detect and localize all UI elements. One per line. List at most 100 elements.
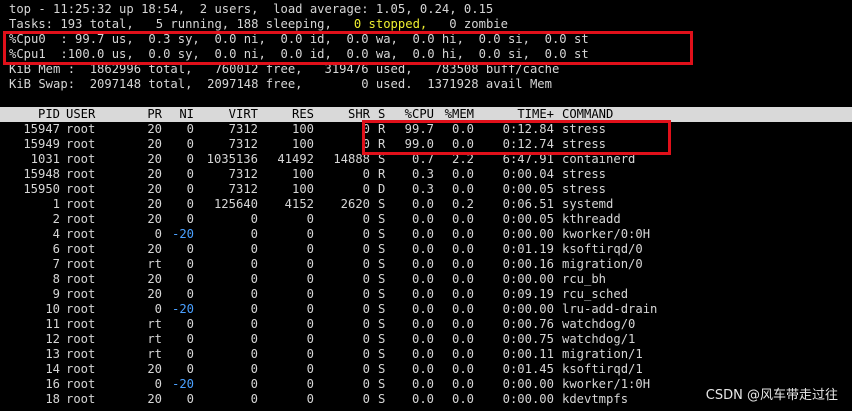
time-cell: 0:12.74 (502, 137, 554, 151)
user-cell: root (66, 362, 96, 376)
user-cell: root (66, 392, 96, 406)
process-row[interactable]: 1031 root 20 0 1035136 41492 14888 S 0.7 2.2 6:47.… (0, 152, 852, 167)
priority-cell: 20 (147, 362, 162, 376)
process-row[interactable]: 15950 root 20 0 7312 100 0 D 0.3 0.0 0:00.05 stress (0, 182, 852, 197)
cpu-cell: 0.0 (411, 347, 434, 361)
process-row[interactable]: 14 root 20 0 0 0 0 S 0.0 0.0 0:01.45 ksoftirqd/1 (0, 362, 852, 377)
time-cell: 0:00.11 (502, 347, 554, 361)
mem-cell: 0.0 (451, 332, 474, 346)
tasks-line: Tasks: 193 total, 5 running, 188 sleepin… (9, 17, 508, 31)
shr-cell: 0 (362, 227, 370, 241)
shr-cell: 0 (362, 377, 370, 391)
process-row[interactable]: 13 root rt 0 0 0 0 S 0.0 0.0 0:00.11 migration/1 (0, 347, 852, 362)
user-cell: root (66, 242, 96, 256)
process-row[interactable]: 10 root 0 -20 0 0 0 S 0.0 0.0 0:00.00 lru-add-drain (0, 302, 852, 317)
cpu-cell: 0.0 (411, 197, 434, 211)
process-row[interactable]: 7 root rt 0 0 0 0 S 0.0 0.0 0:00.16 migration/0 (0, 257, 852, 272)
process-row[interactable]: 15947 root 20 0 7312 100 0 R 99.7 0.0 0:12.84 stres… (0, 122, 852, 137)
virt-cell: 0 (250, 287, 258, 301)
priority-cell: 20 (147, 287, 162, 301)
pid-cell: 4 (52, 227, 60, 241)
res-cell: 0 (306, 332, 314, 346)
priority-cell: rt (147, 257, 162, 271)
shr-cell: 0 (362, 212, 370, 226)
virt-cell: 0 (250, 227, 258, 241)
process-row[interactable]: 2 root 20 0 0 0 0 S 0.0 0.0 0:00.05 kthreadd (0, 212, 852, 227)
command-cell: rcu_sched (562, 287, 629, 301)
cpu-cell: 0.3 (411, 167, 434, 181)
pid-cell: 16 (45, 377, 60, 391)
col-pid[interactable]: PID (20, 107, 60, 122)
res-cell: 0 (306, 377, 314, 391)
time-cell: 0:00.05 (502, 182, 554, 196)
state-cell: S (378, 392, 386, 406)
process-row[interactable]: 1 root 20 0 125640 4152 2620 S 0.0 0.2 0:06.51 syst… (0, 197, 852, 212)
state-cell: S (378, 317, 386, 331)
col-user[interactable]: USER (66, 107, 95, 122)
process-row[interactable]: 6 root 20 0 0 0 0 S 0.0 0.0 0:01.19 ksoftirqd/0 (0, 242, 852, 257)
col-state[interactable]: S (378, 107, 385, 122)
pid-cell: 15947 (23, 122, 60, 136)
nice-cell: 0 (186, 122, 194, 136)
command-cell: stress (562, 137, 607, 151)
virt-cell: 0 (250, 302, 258, 316)
command-cell: containerd (562, 152, 636, 166)
virt-cell: 0 (250, 317, 258, 331)
terminal-window[interactable]: top - 11:25:32 up 18:54, 2 users, load a… (0, 0, 852, 411)
command-cell: stress (562, 122, 607, 136)
nice-cell: 0 (186, 287, 194, 301)
time-cell: 0:00.16 (502, 257, 554, 271)
col-command[interactable]: COMMAND (562, 107, 613, 122)
time-cell: 0:01.45 (502, 362, 554, 376)
virt-cell: 125640 (213, 197, 258, 211)
state-cell: S (378, 212, 386, 226)
process-row[interactable]: 15949 root 20 0 7312 100 0 R 99.0 0.0 0:12.74 stres… (0, 137, 852, 152)
cpu-cell: 99.7 (404, 122, 434, 136)
shr-cell: 2620 (340, 197, 370, 211)
time-cell: 0:00.76 (502, 317, 554, 331)
col-time[interactable]: TIME+ (492, 107, 554, 122)
priority-cell: 0 (154, 377, 162, 391)
shr-cell: 0 (362, 392, 370, 406)
process-row[interactable]: 8 root 20 0 0 0 0 S 0.0 0.0 0:00.00 rcu_bh (0, 272, 852, 287)
priority-cell: 20 (147, 152, 162, 166)
virt-cell: 7312 (228, 182, 258, 196)
res-cell: 0 (306, 257, 314, 271)
col-virt[interactable]: VIRT (198, 107, 258, 122)
col-shr[interactable]: SHR (324, 107, 370, 122)
process-row[interactable]: 9 root 20 0 0 0 0 S 0.0 0.0 0:09.19 rcu_sched (0, 287, 852, 302)
watermark: CSDN @风车带走过往 (705, 388, 838, 403)
state-cell: S (378, 377, 386, 391)
time-cell: 0:00.05 (502, 212, 554, 226)
priority-cell: 20 (147, 212, 162, 226)
process-row[interactable]: 11 root rt 0 0 0 0 S 0.0 0.0 0:00.76 watchdog/0 (0, 317, 852, 332)
uptime-line: top - 11:25:32 up 18:54, 2 users, load a… (9, 2, 494, 16)
shr-cell: 0 (362, 242, 370, 256)
col-mem[interactable]: %MEM (438, 107, 474, 122)
pid-cell: 10 (45, 302, 60, 316)
time-cell: 0:00.00 (502, 272, 554, 286)
cpu-cell: 0.0 (411, 272, 434, 286)
virt-cell: 7312 (228, 122, 258, 136)
pid-cell: 9 (52, 287, 60, 301)
pid-cell: 15948 (23, 167, 60, 181)
process-row[interactable]: 15948 root 20 0 7312 100 0 R 0.3 0.0 0:00.04 stress (0, 167, 852, 182)
nice-cell: 0 (186, 392, 194, 406)
col-ni[interactable]: NI (170, 107, 194, 122)
mem-cell: 0.0 (451, 122, 474, 136)
priority-cell: 20 (147, 392, 162, 406)
pid-cell: 1031 (30, 152, 60, 166)
time-cell: 0:00.00 (502, 377, 554, 391)
col-cpu[interactable]: %CPU (394, 107, 434, 122)
process-row[interactable]: 12 root rt 0 0 0 0 S 0.0 0.0 0:00.75 watchdog/1 (0, 332, 852, 347)
user-cell: root (66, 212, 96, 226)
shr-cell: 0 (362, 362, 370, 376)
col-res[interactable]: RES (268, 107, 314, 122)
cpu-cell: 0.0 (411, 317, 434, 331)
process-row[interactable]: 4 root 0 -20 0 0 0 S 0.0 0.0 0:00.00 kworker/0:0H (0, 227, 852, 242)
nice-cell: 0 (186, 197, 194, 211)
col-pr[interactable]: PR (140, 107, 162, 122)
cpu0-line: %Cpu0 : 99.7 us, 0.3 sy, 0.0 ni, 0.0 id,… (9, 32, 589, 46)
priority-cell: 20 (147, 137, 162, 151)
mem-cell: 0.0 (451, 347, 474, 361)
